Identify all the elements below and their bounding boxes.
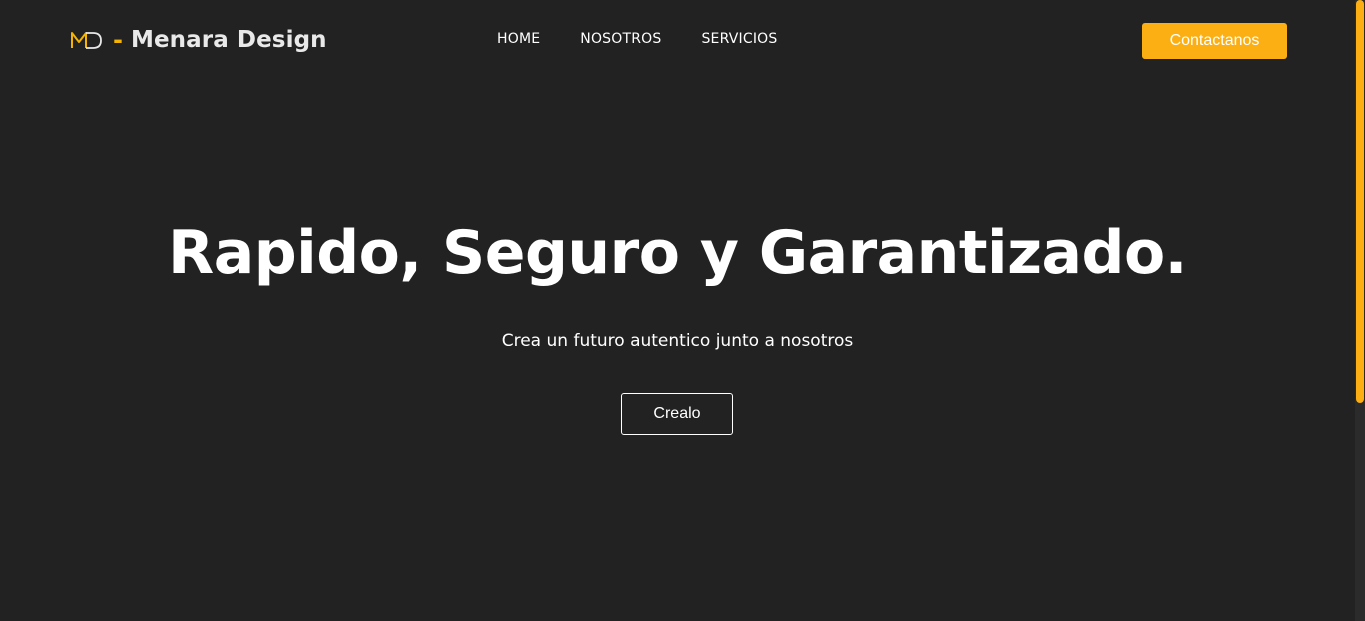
nav-item-nosotros[interactable]: NOSOTROS (580, 31, 661, 47)
scrollbar-thumb[interactable] (1356, 0, 1364, 403)
brand-dash: - (113, 26, 123, 54)
main-nav: HOME NOSOTROS SERVICIOS (497, 31, 777, 47)
scrollbar[interactable] (1355, 0, 1365, 621)
brand-name: Menara Design (130, 27, 327, 53)
nav-item-servicios[interactable]: SERVICIOS (701, 31, 777, 47)
nav-item-home[interactable]: HOME (497, 31, 540, 47)
site-header: - Menara Design HOME NOSOTROS SERVICIOS … (0, 0, 1355, 80)
hero-title: Rapido, Seguro y Garantizado. (168, 218, 1187, 288)
brand[interactable]: - Menara Design (70, 24, 327, 56)
md-monogram-icon (70, 29, 104, 51)
hero-subtitle: Crea un futuro autentico junto a nosotro… (501, 331, 854, 351)
contact-button[interactable]: Contactanos (1142, 23, 1287, 59)
page: - Menara Design HOME NOSOTROS SERVICIOS … (0, 0, 1365, 621)
crealo-button[interactable]: Crealo (621, 393, 733, 435)
